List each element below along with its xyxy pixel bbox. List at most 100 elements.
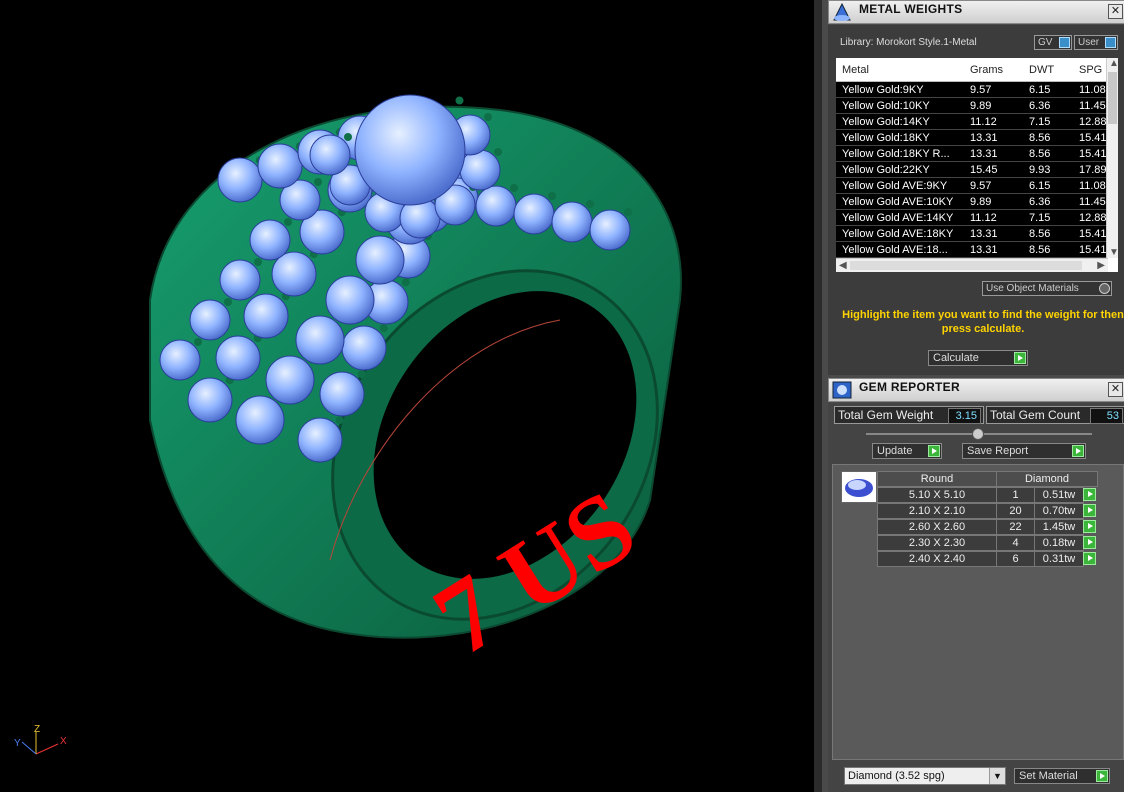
play-icon[interactable] <box>1083 520 1096 533</box>
table-cell: 11.08 <box>1079 180 1106 192</box>
library-label: Library: Morokort Style.1-Metal <box>840 37 977 48</box>
gemstone <box>219 259 261 301</box>
radio-icon <box>1099 283 1110 294</box>
metal-weights-section: Library: Morokort Style.1-Metal GV User … <box>828 25 1124 375</box>
gem-count: 22 <box>996 519 1035 535</box>
set-material-button[interactable]: Set Material <box>1014 768 1110 784</box>
gem-material-header: Diamond <box>996 471 1098 487</box>
prong <box>494 148 502 156</box>
table-row[interactable]: Yellow Gold AVE:9KY 9.57 6.15 11.08 <box>836 178 1108 194</box>
metal-weights-icon <box>831 2 853 22</box>
scroll-up-icon[interactable]: ▲ <box>1109 58 1118 69</box>
table-cell: 12.88 <box>1079 212 1107 224</box>
gem-reporter-icon <box>831 380 853 400</box>
table-cell: 7.15 <box>1029 212 1051 224</box>
table-cell: Yellow Gold:18KY <box>842 132 930 144</box>
prong <box>357 370 366 379</box>
chevron-down-icon[interactable]: ▼ <box>989 768 1005 784</box>
gv-toggle-label: GV <box>1038 37 1053 48</box>
calculate-button[interactable]: Calculate <box>928 350 1028 366</box>
table-cell: 9.89 <box>970 196 992 208</box>
table-row[interactable]: Yellow Gold AVE:18KY 13.31 8.56 15.41 <box>836 226 1108 242</box>
3d-viewport[interactable]: 7 US X Z Y <box>0 0 814 792</box>
gem-size: 5.10 X 5.10 <box>877 487 997 503</box>
gem-count: 6 <box>996 551 1035 567</box>
total-gem-weight-value: 3.15 <box>948 408 981 424</box>
close-icon[interactable]: ✕ <box>1108 382 1123 397</box>
table-cell: Yellow Gold:10KY <box>842 100 930 112</box>
table-cell: 15.41 <box>1079 148 1107 160</box>
axis-x-label: X <box>60 736 67 747</box>
gem-size: 2.40 X 2.40 <box>877 551 997 567</box>
close-icon[interactable]: ✕ <box>1108 4 1123 19</box>
metal-table-rows: Yellow Gold:9KY 9.57 6.15 11.08 Yellow Gold:… <box>836 82 1108 258</box>
horizontal-scrollbar[interactable]: ◀ ▶ <box>836 258 1108 272</box>
table-row[interactable]: Yellow Gold AVE:10KY 9.89 6.36 11.45 <box>836 194 1108 210</box>
gv-toggle[interactable]: GV <box>1034 35 1072 50</box>
table-cell: Yellow Gold:14KY <box>842 116 930 128</box>
prong <box>224 298 232 306</box>
gemstone <box>235 395 285 445</box>
gem-size: 2.10 X 2.10 <box>877 503 997 519</box>
user-toggle-label: User <box>1078 37 1100 48</box>
metal-weights-titlebar[interactable]: METAL WEIGHTS ✕ <box>828 0 1124 24</box>
gemstone <box>249 219 291 261</box>
table-cell: 11.12 <box>970 212 997 224</box>
use-object-materials-toggle[interactable]: Use Object Materials <box>982 281 1112 296</box>
table-row[interactable]: Yellow Gold:22KY 15.45 9.93 17.89 <box>836 162 1108 178</box>
col-metal[interactable]: Metal <box>842 64 869 76</box>
gemstone <box>354 94 466 206</box>
prong <box>194 338 202 346</box>
table-row[interactable]: Yellow Gold:10KY 9.89 6.36 11.45 <box>836 98 1108 114</box>
save-report-label: Save Report <box>967 445 1029 457</box>
table-cell: 15.45 <box>970 164 998 176</box>
scroll-right-icon[interactable]: ▶ <box>1097 260 1105 271</box>
gem-reporter-titlebar[interactable]: GEM REPORTER ✕ <box>828 378 1124 402</box>
table-row[interactable]: Yellow Gold:18KY R... 13.31 8.56 15.41 <box>836 146 1108 162</box>
scroll-thumb[interactable] <box>850 261 1082 270</box>
total-gem-count-value: 53 <box>1090 408 1123 424</box>
gem-count: 20 <box>996 503 1035 519</box>
scroll-down-icon[interactable]: ▼ <box>1109 247 1118 258</box>
gem-size: 2.30 X 2.30 <box>877 535 997 551</box>
prong <box>284 218 292 226</box>
gemstone <box>257 143 303 189</box>
table-cell: 6.15 <box>1029 84 1051 96</box>
scroll-left-icon[interactable]: ◀ <box>839 260 847 271</box>
table-cell: 15.41 <box>1079 244 1107 256</box>
update-button[interactable]: Update <box>872 443 942 459</box>
table-row[interactable]: Yellow Gold:14KY 11.12 7.15 12.88 <box>836 114 1108 130</box>
table-cell: 13.31 <box>970 244 998 256</box>
col-grams[interactable]: Grams <box>970 64 1003 76</box>
prong <box>335 416 344 425</box>
table-row[interactable]: Yellow Gold:9KY 9.57 6.15 11.08 <box>836 82 1108 98</box>
metal-table-header: Metal Grams DWT SPG <box>836 58 1108 82</box>
table-row[interactable]: Yellow Gold AVE:14KY 11.12 7.15 12.88 <box>836 210 1108 226</box>
scroll-thumb[interactable] <box>1108 72 1117 124</box>
vertical-scrollbar[interactable]: ▲ ▼ <box>1106 58 1118 258</box>
user-toggle[interactable]: User <box>1074 35 1118 50</box>
col-dwt[interactable]: DWT <box>1029 64 1054 76</box>
col-spg[interactable]: SPG <box>1079 64 1102 76</box>
table-row[interactable]: Yellow Gold AVE:18... 13.31 8.56 15.41 <box>836 242 1108 258</box>
gem-size: 2.60 X 2.60 <box>877 519 997 535</box>
slider-handle[interactable] <box>972 428 984 440</box>
gemstone <box>309 134 351 176</box>
gem-slider[interactable] <box>866 428 1092 440</box>
play-icon[interactable] <box>1083 552 1096 565</box>
table-cell: 13.31 <box>970 148 998 160</box>
gemstone <box>341 325 387 371</box>
axis-z-label: Z <box>34 724 41 735</box>
material-select[interactable]: Diamond (3.52 spg) ▼ <box>844 767 1006 785</box>
table-cell: 15.41 <box>1079 132 1107 144</box>
play-icon[interactable] <box>1083 504 1096 517</box>
play-icon[interactable] <box>1083 488 1096 501</box>
gem-weight: 0.51tw <box>1034 487 1084 503</box>
gem-list: Round Diamond 5.10 X 5.10 1 0.51tw 2.10 X 2… <box>832 464 1124 760</box>
play-icon[interactable] <box>1083 536 1096 549</box>
side-panel: METAL WEIGHTS ✕ Library: Morokort Style.… <box>814 0 1124 792</box>
table-row[interactable]: Yellow Gold:18KY 13.31 8.56 15.41 <box>836 130 1108 146</box>
prong <box>586 200 594 208</box>
save-report-button[interactable]: Save Report <box>962 443 1086 459</box>
metal-table[interactable]: Metal Grams DWT SPG Yellow Gold:9KY 9.57 6… <box>836 58 1118 272</box>
